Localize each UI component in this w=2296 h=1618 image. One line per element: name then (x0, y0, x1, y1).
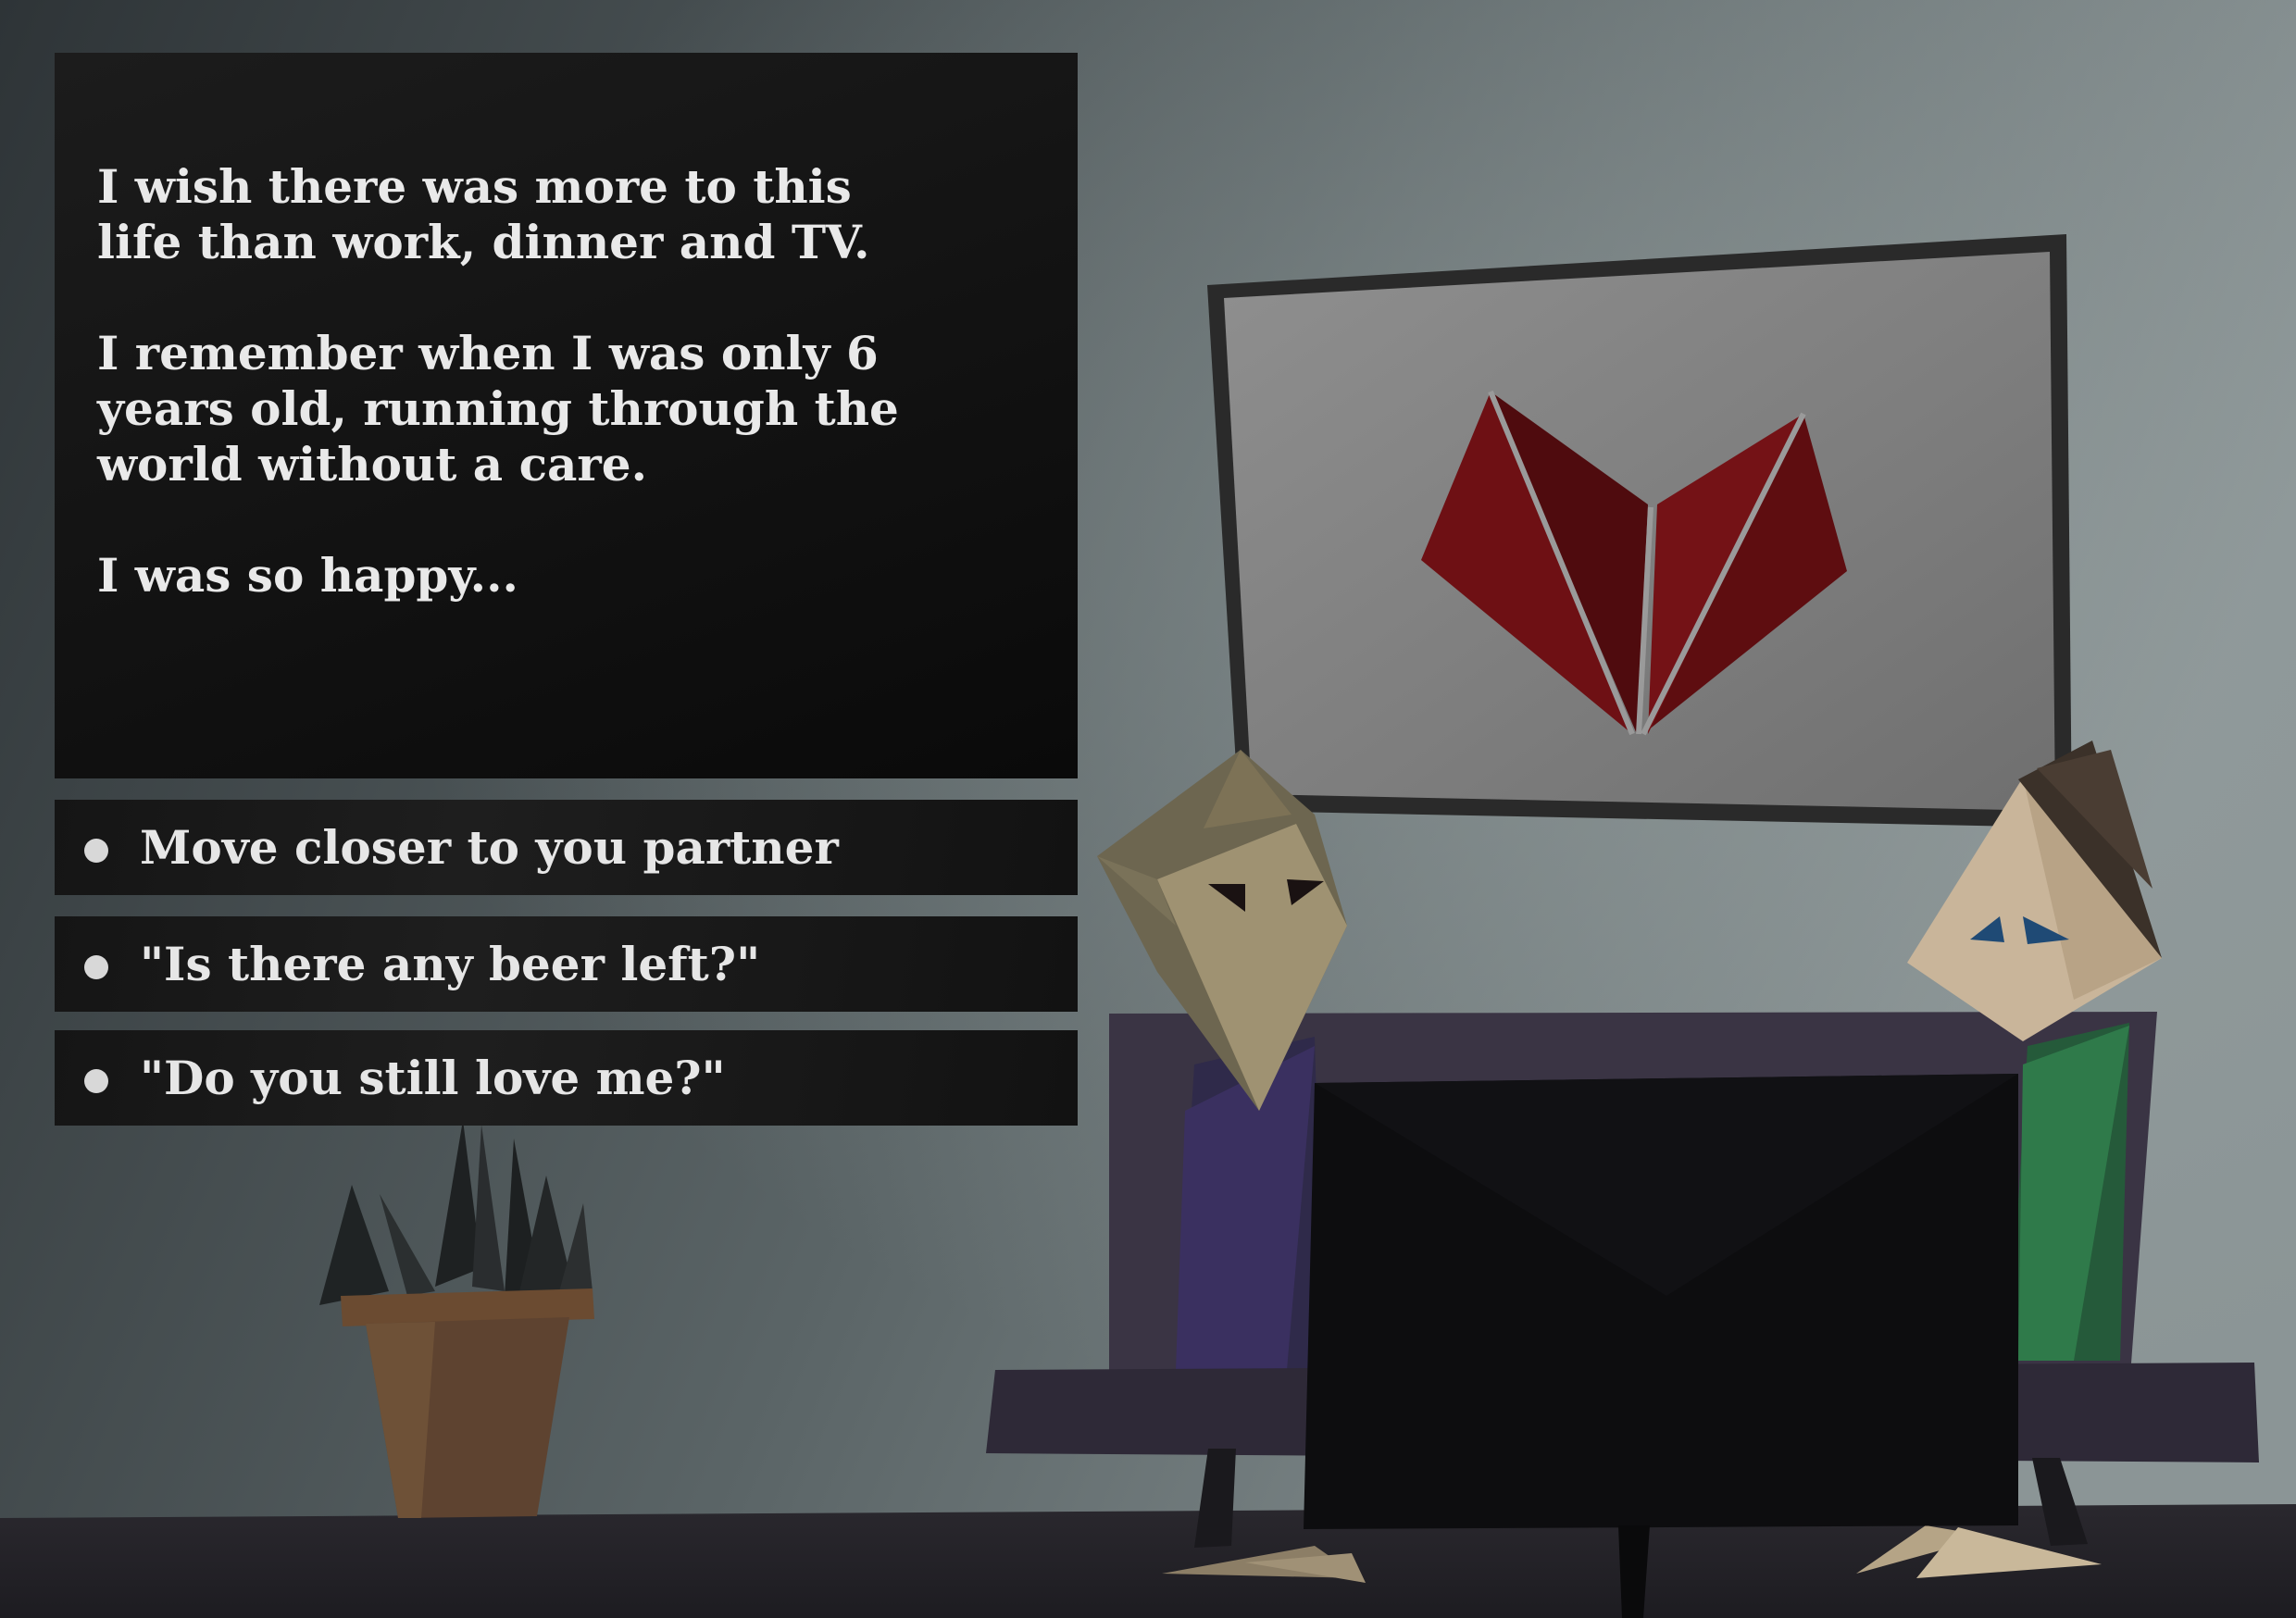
bullet-dot-icon (84, 838, 108, 863)
choice-label: "Do you still love me?" (140, 1051, 726, 1105)
game-scene: I wish there was more to this life than … (0, 0, 2296, 1618)
choice-move-closer[interactable]: Move closer to you partner (55, 800, 1078, 895)
poster (1207, 234, 2072, 828)
choice-label: Move closer to you partner (140, 820, 839, 875)
choice-ask-love[interactable]: "Do you still love me?" (55, 1030, 1078, 1126)
narration-panel: I wish there was more to this life than … (55, 53, 1078, 778)
choice-ask-beer[interactable]: "Is there any beer left?" (55, 916, 1078, 1012)
narration-paragraph: I wish there was more to this life than … (97, 159, 870, 269)
narration-paragraph: I was so happy... (97, 548, 518, 603)
bullet-dot-icon (84, 954, 108, 979)
bullet-dot-icon (84, 1068, 108, 1093)
narration-paragraph: I remember when I was only 6 years old, … (97, 326, 899, 492)
choice-label: "Is there any beer left?" (140, 937, 761, 991)
